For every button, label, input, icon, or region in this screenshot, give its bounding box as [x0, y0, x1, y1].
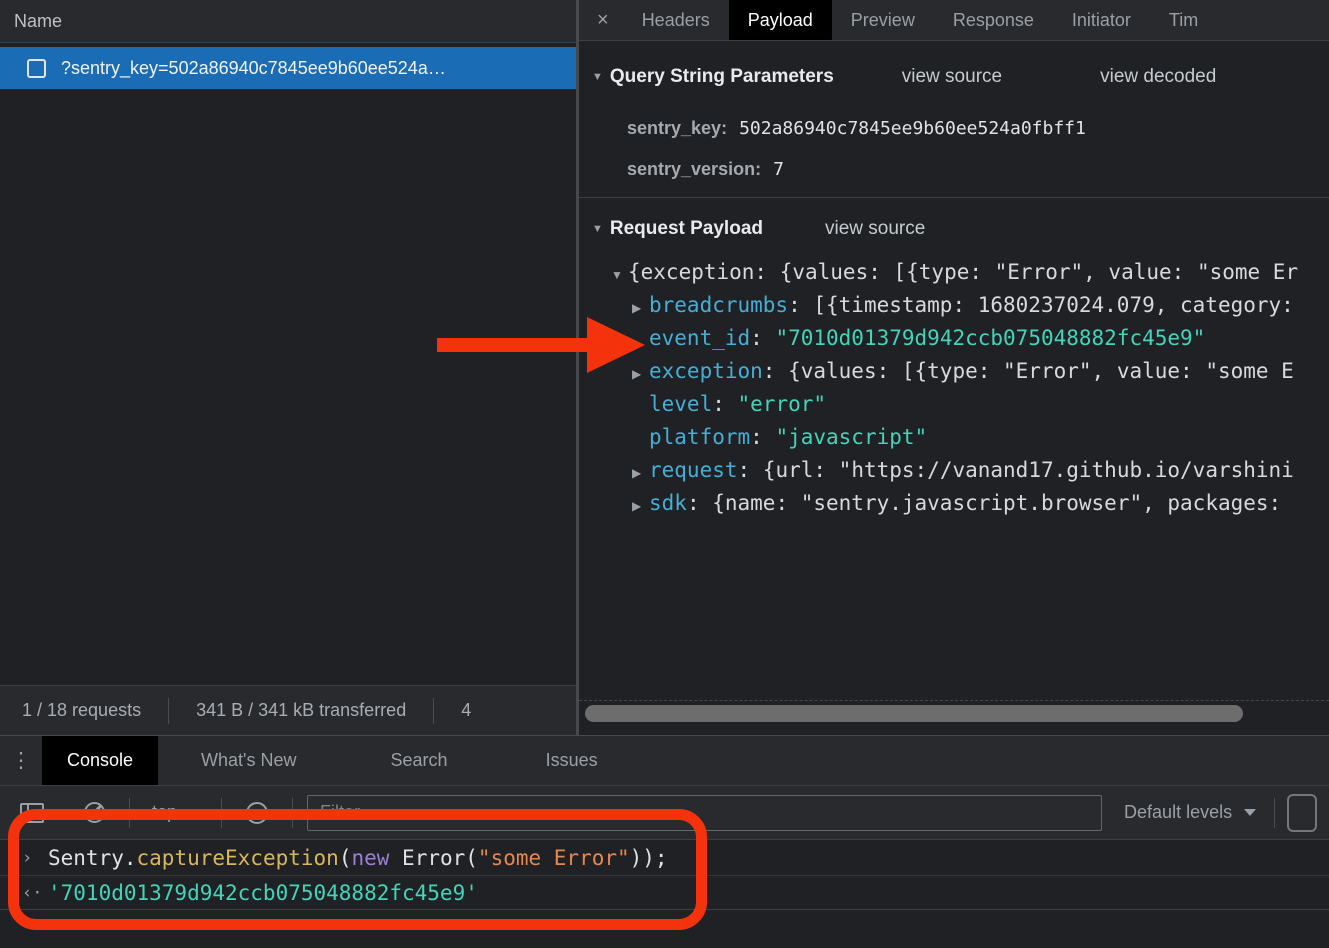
- tab-timing-truncated[interactable]: Tim: [1150, 0, 1217, 40]
- log-levels-dropdown[interactable]: Default levels: [1124, 802, 1256, 823]
- tree-line-request[interactable]: ▶request: {url: "https://vanand17.github…: [579, 454, 1329, 487]
- chevron-down-icon[interactable]: ▼: [592, 223, 603, 235]
- network-request-row[interactable]: ?sentry_key=502a86940c7845ee9b60ee524a…: [0, 47, 576, 89]
- toolbar-divider: [1274, 798, 1275, 828]
- devtools-window: Name ?sentry_key=502a86940c7845ee9b60ee5…: [0, 0, 1329, 948]
- expand-arrow-icon[interactable]: ▶: [632, 490, 649, 523]
- tree-line-level[interactable]: level: "error": [579, 388, 1329, 421]
- request-detail-tab-bar: × Headers Payload Preview Response Initi…: [579, 0, 1329, 41]
- query-string-title: Query String Parameters: [610, 66, 834, 88]
- expand-arrow-icon[interactable]: ▶: [632, 457, 649, 490]
- red-arrow-annotation-head: [587, 317, 645, 373]
- tree-line-platform[interactable]: platform: "javascript": [579, 421, 1329, 454]
- view-source-link[interactable]: view source: [825, 218, 925, 240]
- param-value: 502a86940c7845ee9b60ee524a0fbff1: [739, 118, 1086, 139]
- tab-search[interactable]: Search: [366, 736, 473, 785]
- close-icon[interactable]: ×: [583, 0, 623, 40]
- param-value: 7: [773, 159, 784, 180]
- requests-count-label: 1 / 18 requests: [22, 700, 141, 721]
- chevron-down-icon[interactable]: ▼: [592, 71, 603, 83]
- param-row-sentry-version: sentry_version: 7: [627, 153, 784, 185]
- red-arrow-annotation-shaft: [437, 338, 589, 352]
- red-box-annotation: [8, 809, 707, 930]
- section-divider: [579, 197, 1329, 198]
- request-detail-panel: × Headers Payload Preview Response Initi…: [579, 0, 1329, 735]
- name-column-label: Name: [14, 11, 62, 32]
- console-tab-bar: ⋮ Console What's New Search Issues: [0, 736, 1329, 786]
- query-string-section-header: ▼ Query String Parameters view source vi…: [592, 62, 1216, 92]
- status-divider: [168, 698, 169, 724]
- param-row-sentry-key: sentry_key: 502a86940c7845ee9b60ee524a0f…: [627, 112, 1086, 144]
- tree-line-root[interactable]: ▼{exception: {values: [{type: "Error", v…: [579, 256, 1329, 289]
- request-name-label: ?sentry_key=502a86940c7845ee9b60ee524a…: [61, 58, 446, 79]
- tab-payload[interactable]: Payload: [729, 0, 832, 40]
- content-fold-divider: [579, 700, 1329, 701]
- tab-console[interactable]: Console: [42, 736, 158, 785]
- expand-arrow-icon[interactable]: ▼: [611, 259, 628, 292]
- transferred-label: 341 B / 341 kB transferred: [196, 700, 406, 721]
- horizontal-scrollbar[interactable]: [585, 705, 1243, 722]
- request-payload-section-header: ▼ Request Payload view source: [592, 214, 925, 244]
- resources-label-truncated: 4: [461, 700, 471, 721]
- tree-line-breadcrumbs[interactable]: ▶breadcrumbs: [{timestamp: 1680237024.07…: [579, 289, 1329, 322]
- chevron-down-icon: [1244, 809, 1256, 816]
- tab-response[interactable]: Response: [934, 0, 1053, 40]
- network-status-bar: 1 / 18 requests 341 B / 341 kB transferr…: [0, 685, 576, 735]
- tab-whats-new[interactable]: What's New: [176, 736, 321, 785]
- levels-label: Default levels: [1124, 802, 1232, 823]
- kebab-menu-icon[interactable]: ⋮: [0, 736, 42, 785]
- tab-headers[interactable]: Headers: [623, 0, 729, 40]
- request-payload-title: Request Payload: [610, 218, 763, 240]
- tab-preview[interactable]: Preview: [832, 0, 934, 40]
- tree-line-exception[interactable]: ▶exception: {values: [{type: "Error", va…: [579, 355, 1329, 388]
- view-decoded-link[interactable]: view decoded: [1100, 66, 1216, 88]
- view-source-link[interactable]: view source: [902, 66, 1002, 88]
- settings-button-partial[interactable]: [1287, 794, 1317, 832]
- network-panel: Name ?sentry_key=502a86940c7845ee9b60ee5…: [0, 0, 576, 735]
- network-name-column-header[interactable]: Name: [0, 0, 576, 43]
- tab-issues[interactable]: Issues: [521, 736, 623, 785]
- tab-initiator[interactable]: Initiator: [1053, 0, 1150, 40]
- tree-line-sdk[interactable]: ▶sdk: {name: "sentry.javascript.browser"…: [579, 487, 1329, 520]
- request-checkbox[interactable]: [27, 59, 46, 78]
- param-key: sentry_version:: [627, 159, 761, 180]
- status-divider: [433, 698, 434, 724]
- param-key: sentry_key:: [627, 118, 727, 139]
- payload-json-tree: ▼{exception: {values: [{type: "Error", v…: [579, 256, 1329, 520]
- tree-line-event-id[interactable]: event_id: "7010d01379d942ccb075048882fc4…: [579, 322, 1329, 355]
